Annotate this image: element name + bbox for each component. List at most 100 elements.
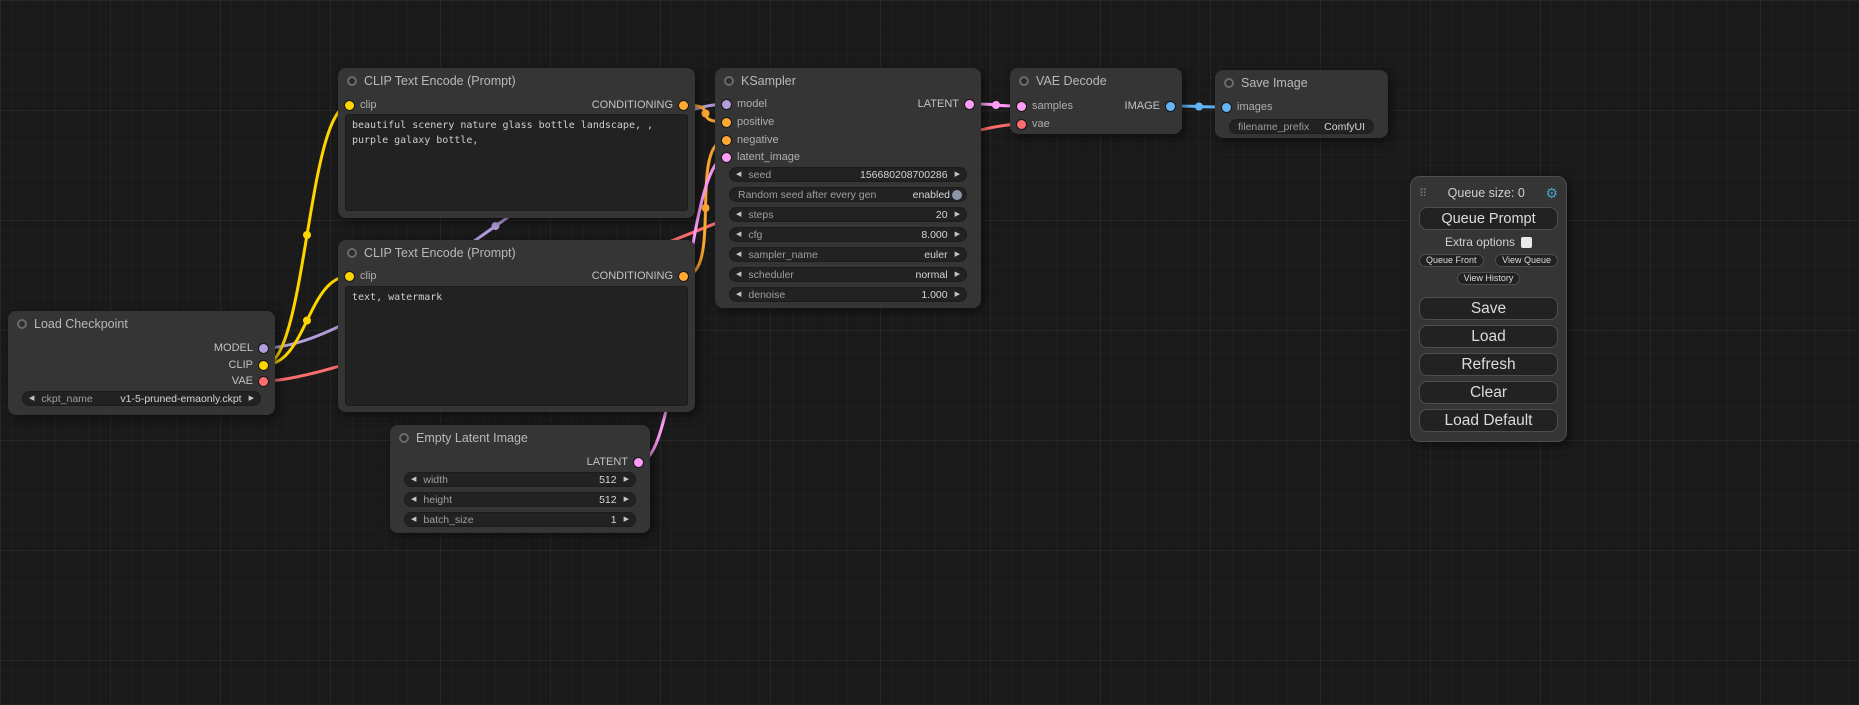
extra-options-checkbox[interactable]: [1521, 237, 1532, 248]
decrement-arrow-icon[interactable]: ◀: [411, 496, 416, 503]
increment-arrow-icon[interactable]: ▶: [955, 271, 960, 278]
decrement-arrow-icon[interactable]: ◀: [736, 211, 741, 218]
widget-height[interactable]: ◀ height 512 ▶: [404, 492, 636, 507]
node-load-checkpoint[interactable]: Load Checkpoint MODEL CLIP VAE ◀ ckpt_na…: [8, 311, 275, 415]
decrement-arrow-icon[interactable]: ◀: [736, 271, 741, 278]
widget-denoise[interactable]: ◀ denoise 1.000 ▶: [729, 287, 967, 302]
collapse-dot[interactable]: [724, 76, 734, 86]
increment-arrow-icon[interactable]: ▶: [955, 171, 960, 178]
view-queue-button[interactable]: View Queue: [1495, 254, 1558, 267]
output-slot-latent[interactable]: LATENT: [918, 97, 974, 111]
toggle-ball[interactable]: [952, 190, 962, 200]
port-dot-latent[interactable]: [965, 100, 974, 109]
port-dot-image[interactable]: [1166, 102, 1175, 111]
decrement-arrow-icon[interactable]: ◀: [736, 171, 741, 178]
port-dot-latent[interactable]: [634, 458, 643, 467]
node-title-bar[interactable]: CLIP Text Encode (Prompt): [338, 240, 695, 266]
increment-arrow-icon[interactable]: ▶: [624, 516, 629, 523]
refresh-button[interactable]: Refresh: [1419, 353, 1558, 376]
widget-scheduler[interactable]: ◀ scheduler normal ▶: [729, 267, 967, 282]
collapse-dot[interactable]: [347, 76, 357, 86]
widget-filename-prefix[interactable]: filename_prefix ComfyUI: [1229, 119, 1374, 134]
increment-arrow-icon[interactable]: ▶: [249, 395, 254, 402]
widget-ckpt-name[interactable]: ◀ ckpt_name v1-5-pruned-emaonly.ckpt ▶: [22, 391, 261, 406]
output-slot-vae[interactable]: VAE: [232, 374, 268, 388]
decrement-arrow-icon[interactable]: ◀: [411, 476, 416, 483]
collapse-dot[interactable]: [399, 433, 409, 443]
collapse-dot[interactable]: [347, 248, 357, 258]
port-dot-conditioning[interactable]: [679, 272, 688, 281]
node-vae-decode[interactable]: VAE Decode samples vae IMAGE: [1010, 68, 1182, 134]
load-default-button[interactable]: Load Default: [1419, 409, 1558, 432]
port-dot-clip[interactable]: [345, 272, 354, 281]
port-dot-vae[interactable]: [259, 377, 268, 386]
input-slot-vae[interactable]: vae: [1017, 117, 1050, 131]
node-ksampler[interactable]: KSampler model positive negative latent_…: [715, 68, 981, 308]
input-slot-positive[interactable]: positive: [722, 115, 774, 129]
increment-arrow-icon[interactable]: ▶: [955, 211, 960, 218]
decrement-arrow-icon[interactable]: ◀: [736, 291, 741, 298]
input-slot-clip[interactable]: clip: [345, 98, 377, 112]
view-history-button[interactable]: View History: [1457, 272, 1521, 285]
prompt-textarea[interactable]: text, watermark: [345, 286, 688, 406]
load-button[interactable]: Load: [1419, 325, 1558, 348]
node-clip-text-encode-positive[interactable]: CLIP Text Encode (Prompt) clip CONDITION…: [338, 68, 695, 218]
node-title-bar[interactable]: Empty Latent Image: [390, 425, 650, 451]
port-dot-clip[interactable]: [259, 361, 268, 370]
widget-cfg[interactable]: ◀ cfg 8.000 ▶: [729, 227, 967, 242]
input-slot-samples[interactable]: samples: [1017, 99, 1073, 113]
output-slot-image[interactable]: IMAGE: [1125, 99, 1175, 113]
node-title-bar[interactable]: VAE Decode: [1010, 68, 1182, 94]
increment-arrow-icon[interactable]: ▶: [955, 251, 960, 258]
node-title-bar[interactable]: Save Image: [1215, 70, 1388, 96]
prompt-textarea[interactable]: beautiful scenery nature glass bottle la…: [345, 114, 688, 211]
output-slot-conditioning[interactable]: CONDITIONING: [592, 98, 688, 112]
decrement-arrow-icon[interactable]: ◀: [736, 231, 741, 238]
input-slot-clip[interactable]: clip: [345, 269, 377, 283]
input-slot-latent-image[interactable]: latent_image: [722, 150, 800, 164]
increment-arrow-icon[interactable]: ▶: [955, 231, 960, 238]
port-dot-conditioning[interactable]: [722, 118, 731, 127]
collapse-dot[interactable]: [1224, 78, 1234, 88]
output-slot-clip[interactable]: CLIP: [229, 358, 268, 372]
output-slot-latent[interactable]: LATENT: [587, 455, 643, 469]
clear-button[interactable]: Clear: [1419, 381, 1558, 404]
node-empty-latent-image[interactable]: Empty Latent Image LATENT ◀ width 512 ▶ …: [390, 425, 650, 533]
port-dot-latent[interactable]: [1017, 102, 1026, 111]
increment-arrow-icon[interactable]: ▶: [955, 291, 960, 298]
node-save-image[interactable]: Save Image images filename_prefix ComfyU…: [1215, 70, 1388, 138]
gear-icon[interactable]: ⚙: [1545, 185, 1558, 202]
port-dot-clip[interactable]: [345, 101, 354, 110]
output-slot-conditioning[interactable]: CONDITIONING: [592, 269, 688, 283]
input-slot-images[interactable]: images: [1222, 100, 1272, 114]
queue-front-button[interactable]: Queue Front: [1419, 254, 1484, 267]
widget-steps[interactable]: ◀ steps 20 ▶: [729, 207, 967, 222]
increment-arrow-icon[interactable]: ▶: [624, 476, 629, 483]
output-slot-model[interactable]: MODEL: [214, 341, 268, 355]
decrement-arrow-icon[interactable]: ◀: [29, 395, 34, 402]
widget-seed[interactable]: ◀ seed 156680208700286 ▶: [729, 167, 967, 182]
port-dot-model[interactable]: [259, 344, 268, 353]
port-dot-latent[interactable]: [722, 153, 731, 162]
node-title-bar[interactable]: CLIP Text Encode (Prompt): [338, 68, 695, 94]
port-dot-model[interactable]: [722, 100, 731, 109]
port-dot-vae[interactable]: [1017, 120, 1026, 129]
save-button[interactable]: Save: [1419, 297, 1558, 320]
decrement-arrow-icon[interactable]: ◀: [411, 516, 416, 523]
port-dot-conditioning[interactable]: [722, 136, 731, 145]
queue-prompt-button[interactable]: Queue Prompt: [1419, 207, 1558, 230]
widget-random-seed-toggle[interactable]: Random seed after every gen enabled: [729, 187, 967, 202]
port-dot-image[interactable]: [1222, 103, 1231, 112]
collapse-dot[interactable]: [1019, 76, 1029, 86]
input-slot-model[interactable]: model: [722, 97, 767, 111]
node-title-bar[interactable]: KSampler: [715, 68, 981, 94]
node-graph-canvas[interactable]: Load Checkpoint MODEL CLIP VAE ◀ ckpt_na…: [0, 0, 1859, 705]
increment-arrow-icon[interactable]: ▶: [624, 496, 629, 503]
widget-sampler-name[interactable]: ◀ sampler_name euler ▶: [729, 247, 967, 262]
input-slot-negative[interactable]: negative: [722, 133, 779, 147]
decrement-arrow-icon[interactable]: ◀: [736, 251, 741, 258]
node-title-bar[interactable]: Load Checkpoint: [8, 311, 275, 337]
collapse-dot[interactable]: [17, 319, 27, 329]
widget-width[interactable]: ◀ width 512 ▶: [404, 472, 636, 487]
drag-handle-icon[interactable]: ⠿: [1419, 187, 1427, 200]
